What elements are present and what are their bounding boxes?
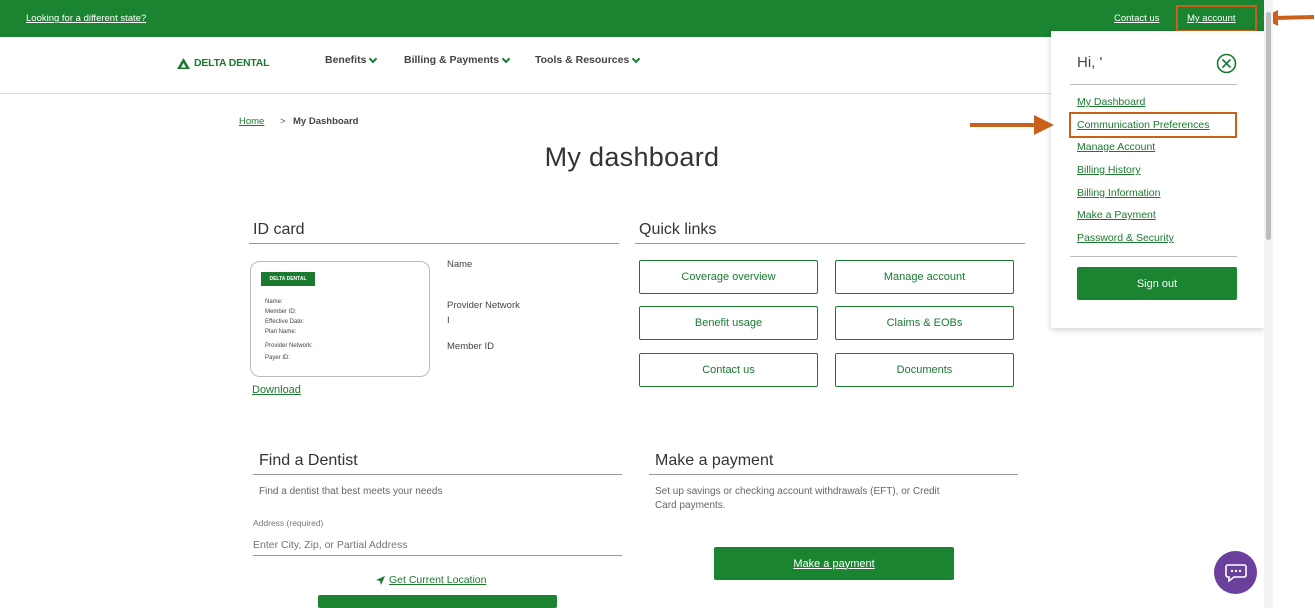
card-field: Payer ID: <box>265 355 291 361</box>
card-field: Effective Date: <box>265 319 304 325</box>
make-payment-heading: Make a payment <box>649 452 1018 475</box>
find-dentist-heading: Find a Dentist <box>253 452 622 475</box>
chat-bubble-icon <box>1224 563 1247 583</box>
menu-billing-information[interactable]: Billing Information <box>1077 187 1160 199</box>
search-dentist-button[interactable] <box>318 595 557 608</box>
sign-out-button[interactable]: Sign out <box>1077 267 1237 300</box>
breadcrumb-separator: > <box>280 116 286 127</box>
annotation-arrow-icon <box>970 115 1054 135</box>
location-arrow-icon <box>376 575 385 585</box>
breadcrumb-current: My Dashboard <box>293 116 359 127</box>
page-scrollbar[interactable] <box>1264 0 1273 608</box>
benefit-usage-button[interactable]: Benefit usage <box>639 306 818 340</box>
get-location-label[interactable]: Get Current Location <box>389 574 486 586</box>
member-id-label: Member ID <box>447 341 494 352</box>
download-card-link[interactable]: Download <box>252 384 301 396</box>
delta-dental-logo[interactable]: DELTA DENTAL <box>177 57 270 69</box>
address-input[interactable] <box>253 535 622 556</box>
documents-button[interactable]: Documents <box>835 353 1014 387</box>
menu-divider <box>1070 84 1237 85</box>
nav-tools-resources[interactable]: Tools & Resources <box>535 54 641 66</box>
annotation-highlight-my-account <box>1176 5 1257 32</box>
claims-eobs-button[interactable]: Claims & EOBs <box>835 306 1014 340</box>
card-field: Member ID: <box>265 309 297 315</box>
delta-triangle-icon <box>177 57 190 69</box>
account-menu-panel: Hi, ' My Dashboard Communication Prefere… <box>1051 31 1264 328</box>
provider-network-label: Provider Network <box>447 300 520 311</box>
nav-tools-label: Tools & Resources <box>535 54 630 66</box>
make-payment-button[interactable]: Make a payment <box>714 547 954 580</box>
menu-password-security[interactable]: Password & Security <box>1077 232 1174 244</box>
menu-manage-account[interactable]: Manage Account <box>1077 141 1155 153</box>
payment-subtext-line2: Card payments. <box>655 500 726 511</box>
menu-billing-history[interactable]: Billing History <box>1077 164 1141 176</box>
menu-make-a-payment[interactable]: Make a Payment <box>1077 209 1156 221</box>
card-logo: DELTA DENTAL <box>261 272 315 286</box>
chevron-down-icon <box>632 54 641 63</box>
different-state-link[interactable]: Looking for a different state? <box>26 13 146 24</box>
breadcrumb-home[interactable]: Home <box>239 116 264 127</box>
chevron-down-icon <box>501 54 511 63</box>
coverage-overview-button[interactable]: Coverage overview <box>639 260 818 294</box>
annotation-highlight-communication-preferences <box>1069 112 1237 138</box>
nav-benefits[interactable]: Benefits <box>325 54 378 66</box>
card-field: Provider Network: <box>265 343 313 349</box>
close-icon[interactable] <box>1216 53 1237 74</box>
get-location-link[interactable]: Get Current Location <box>376 574 486 586</box>
menu-divider <box>1070 256 1237 257</box>
id-card-image[interactable]: DELTA DENTAL Name: Member ID: Effective … <box>250 261 430 377</box>
nav-billing-label: Billing & Payments <box>404 54 500 66</box>
id-card-heading: ID card <box>249 221 619 244</box>
nav-benefits-label: Benefits <box>325 54 367 66</box>
scrollbar-thumb[interactable] <box>1266 12 1271 240</box>
payment-subtext-line1: Set up savings or checking account withd… <box>655 486 940 497</box>
card-field: Name: <box>265 299 283 305</box>
address-label: Address (required) <box>253 518 324 528</box>
contact-us-link[interactable]: Contact us <box>1114 13 1159 24</box>
contact-us-button[interactable]: Contact us <box>639 353 818 387</box>
name-label: Name <box>447 259 473 270</box>
find-dentist-subtext: Find a dentist that best meets your need… <box>259 486 443 497</box>
chat-button[interactable] <box>1214 551 1257 594</box>
menu-my-dashboard[interactable]: My Dashboard <box>1077 96 1145 108</box>
quick-links-heading: Quick links <box>635 221 1025 244</box>
provider-network-value: I <box>447 315 450 326</box>
logo-text: DELTA DENTAL <box>194 57 270 69</box>
card-field: Plan Name: <box>265 329 297 335</box>
greeting: Hi, ' <box>1077 54 1103 71</box>
nav-billing-payments[interactable]: Billing & Payments <box>404 54 511 66</box>
manage-account-button[interactable]: Manage account <box>835 260 1014 294</box>
chevron-down-icon <box>369 54 378 63</box>
